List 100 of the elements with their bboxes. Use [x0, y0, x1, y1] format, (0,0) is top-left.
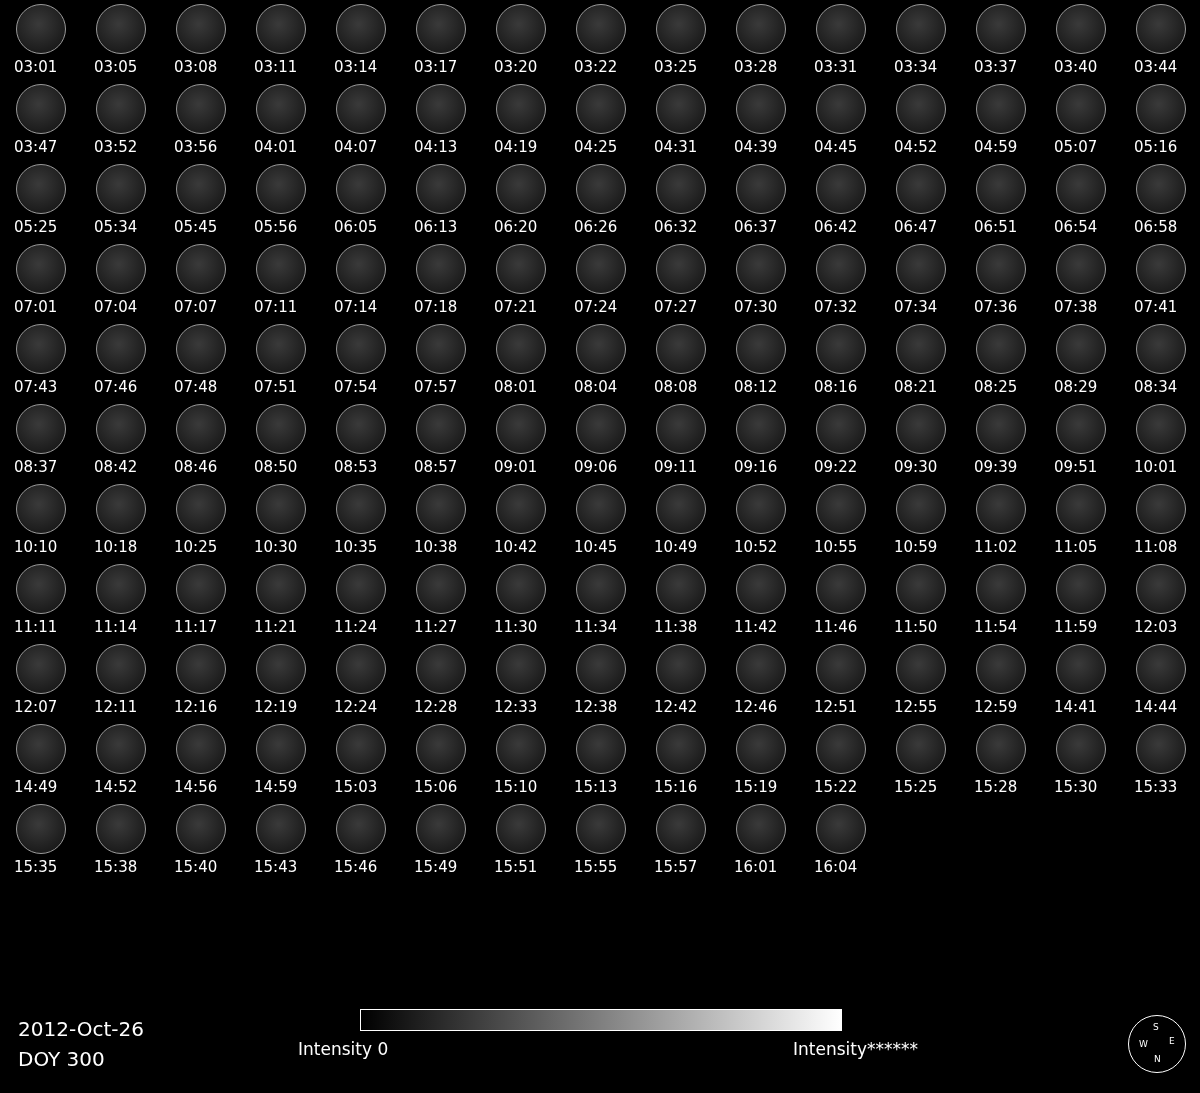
time-label: 09:22 [814, 458, 858, 476]
sky-photo-placeholder [256, 404, 306, 454]
time-label: 07:11 [254, 298, 298, 316]
sky-photo-placeholder [656, 84, 706, 134]
time-label: 14:44 [1134, 698, 1178, 716]
time-label: 04:31 [654, 138, 698, 156]
sky-photo-placeholder [496, 4, 546, 54]
sky-photo-placeholder [736, 4, 786, 54]
time-label: 08:16 [814, 378, 858, 396]
sky-photo-placeholder [16, 724, 66, 774]
time-label: 14:41 [1054, 698, 1098, 716]
time-label: 15:13 [574, 778, 618, 796]
time-label: 06:51 [974, 218, 1018, 236]
sky-photo-placeholder [736, 484, 786, 534]
time-label: 12:24 [334, 698, 378, 716]
sky-photo-placeholder [816, 244, 866, 294]
sky-photo-placeholder [576, 644, 626, 694]
time-label: 15:16 [654, 778, 698, 796]
time-label: 12:51 [814, 698, 858, 716]
sky-photo-placeholder [176, 4, 226, 54]
sky-photo-placeholder [656, 804, 706, 854]
time-label: 09:51 [1054, 458, 1098, 476]
time-label: 08:34 [1134, 378, 1178, 396]
time-label: 04:39 [734, 138, 778, 156]
time-label: 15:55 [574, 858, 618, 876]
intensity-max-label: Intensity****** [793, 1039, 918, 1059]
sky-photo-placeholder [1136, 484, 1186, 534]
time-label: 08:29 [1054, 378, 1098, 396]
time-label: 10:59 [894, 538, 938, 556]
time-label: 08:21 [894, 378, 938, 396]
sky-photo-placeholder [256, 484, 306, 534]
time-label: 05:25 [14, 218, 58, 236]
time-label: 03:47 [14, 138, 58, 156]
sky-photo-placeholder [16, 564, 66, 614]
time-label: 06:13 [414, 218, 458, 236]
time-label: 16:01 [734, 858, 778, 876]
sky-photo-placeholder [1056, 84, 1106, 134]
sky-photo-placeholder [976, 724, 1026, 774]
sky-photo-placeholder [1056, 644, 1106, 694]
time-label: 08:12 [734, 378, 778, 396]
sky-photo-placeholder [816, 644, 866, 694]
sky-photo-placeholder [976, 164, 1026, 214]
time-label: 12:19 [254, 698, 298, 716]
time-label: 07:51 [254, 378, 298, 396]
sky-photo-placeholder [256, 644, 306, 694]
sky-photo-placeholder [896, 244, 946, 294]
time-label: 07:36 [974, 298, 1018, 316]
time-label: 06:37 [734, 218, 778, 236]
sky-photo-placeholder [256, 804, 306, 854]
time-label: 03:01 [14, 58, 58, 76]
time-label: 11:21 [254, 618, 298, 636]
sky-photo-placeholder [576, 804, 626, 854]
time-label: 15:43 [254, 858, 298, 876]
time-label: 15:40 [174, 858, 218, 876]
sky-photo-placeholder [1136, 324, 1186, 374]
time-label: 08:37 [14, 458, 58, 476]
sky-photo-placeholder [736, 404, 786, 454]
time-label: 03:22 [574, 58, 618, 76]
time-label: 04:59 [974, 138, 1018, 156]
sky-photo-placeholder [16, 244, 66, 294]
sky-photo-placeholder [1136, 644, 1186, 694]
sky-photo-placeholder [816, 484, 866, 534]
sky-photo-placeholder [96, 484, 146, 534]
sky-photo-placeholder [256, 84, 306, 134]
time-label: 11:30 [494, 618, 538, 636]
time-label: 15:46 [334, 858, 378, 876]
time-label: 15:06 [414, 778, 458, 796]
time-label: 12:16 [174, 698, 218, 716]
time-label: 11:50 [894, 618, 938, 636]
sky-photo-placeholder [416, 244, 466, 294]
time-label: 12:38 [574, 698, 618, 716]
sky-photo-placeholder [96, 84, 146, 134]
sky-photo-placeholder [976, 644, 1026, 694]
time-label: 03:17 [414, 58, 458, 76]
sky-photo-placeholder [336, 164, 386, 214]
time-label: 07:32 [814, 298, 858, 316]
sky-photo-placeholder [976, 4, 1026, 54]
sky-photo-placeholder [336, 484, 386, 534]
sky-photo-placeholder [256, 244, 306, 294]
sky-photo-placeholder [896, 324, 946, 374]
sky-photo-placeholder [336, 404, 386, 454]
time-label: 07:48 [174, 378, 218, 396]
time-label: 05:16 [1134, 138, 1178, 156]
sky-photo-placeholder [896, 84, 946, 134]
sky-photo-placeholder [816, 164, 866, 214]
sky-photo-placeholder [816, 324, 866, 374]
sky-photo-placeholder [256, 564, 306, 614]
time-label: 11:08 [1134, 538, 1178, 556]
time-label: 07:18 [414, 298, 458, 316]
sky-photo-placeholder [496, 404, 546, 454]
time-label: 15:10 [494, 778, 538, 796]
time-label: 04:01 [254, 138, 298, 156]
time-label: 07:27 [654, 298, 698, 316]
time-label: 04:45 [814, 138, 858, 156]
time-label: 08:01 [494, 378, 538, 396]
sky-photo-placeholder [736, 244, 786, 294]
sky-photo-placeholder [656, 4, 706, 54]
time-label: 03:44 [1134, 58, 1178, 76]
time-label: 06:26 [574, 218, 618, 236]
time-label: 09:06 [574, 458, 618, 476]
